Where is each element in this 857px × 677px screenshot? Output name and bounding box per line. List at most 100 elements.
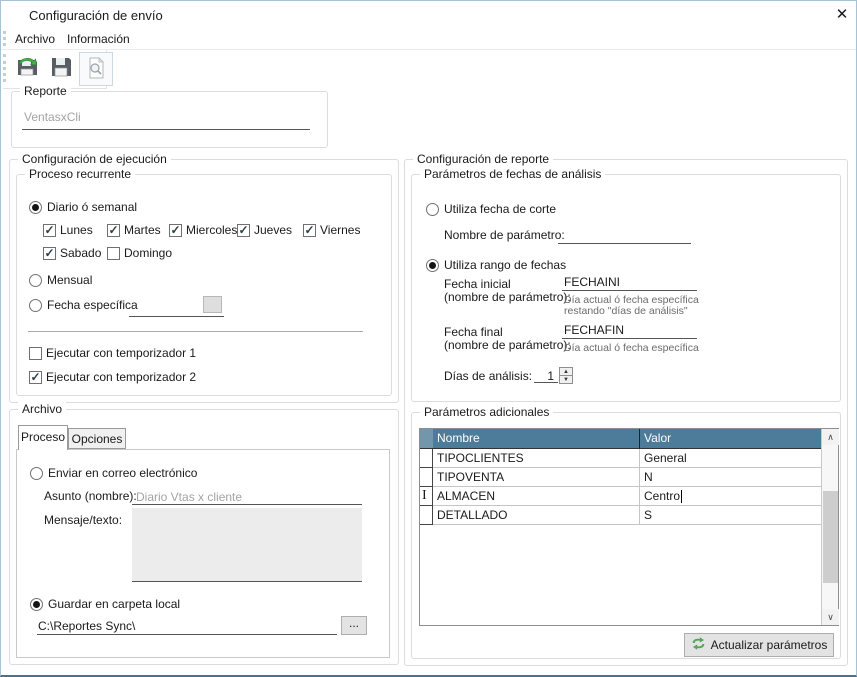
- cell-value[interactable]: General: [639, 449, 823, 468]
- table-scrollbar[interactable]: ∧ ∨: [821, 429, 839, 625]
- save-button[interactable]: [45, 52, 77, 84]
- separator-line: [28, 331, 363, 332]
- tab-opciones[interactable]: Opciones: [68, 428, 126, 449]
- daily-radio-label: Diario ó semanal: [47, 200, 138, 214]
- cutoff-date-radio[interactable]: [426, 203, 439, 216]
- row-selector[interactable]: [420, 449, 433, 468]
- end-date-label-1: Fecha final: [444, 325, 503, 339]
- cell-value-editing[interactable]: Centro: [639, 487, 823, 506]
- tab-proceso[interactable]: Proceso: [18, 425, 68, 450]
- check-icon: ✓: [44, 223, 55, 237]
- timer2-checkbox[interactable]: ✓: [29, 371, 42, 384]
- text-caret: [681, 490, 683, 503]
- end-param-underline: [562, 325, 697, 339]
- save-icon: [48, 54, 74, 83]
- spin-down-icon[interactable]: ▼: [559, 375, 573, 384]
- path-underline: [37, 621, 337, 635]
- check-icon: ✓: [108, 223, 119, 237]
- scroll-up-icon[interactable]: ∧: [822, 429, 839, 445]
- start-help-line2: restando "días de análisis": [564, 305, 688, 317]
- row-selector[interactable]: [420, 506, 433, 525]
- browse-button[interactable]: ...: [341, 616, 367, 635]
- save-local-label: Guardar en carpeta local: [48, 597, 181, 611]
- menu-archivo[interactable]: Archivo: [9, 29, 61, 49]
- start-date-label-1: Fecha inicial: [444, 277, 511, 291]
- timer1-label: Ejecutar con temporizador 1: [46, 346, 197, 360]
- window-title: Configuración de envío: [29, 8, 163, 23]
- day-lunes-label: Lunes: [60, 223, 93, 237]
- report-config-groupbox: Configuración de reporte Parámetros de f…: [404, 152, 848, 666]
- dialog-window: Configuración de envío ✕ Archivo Informa…: [0, 0, 857, 677]
- save-sync-button[interactable]: [11, 52, 43, 84]
- param-name-input[interactable]: [558, 230, 691, 244]
- ibeam-cursor-icon[interactable]: I: [420, 487, 433, 506]
- day-sabado-checkbox[interactable]: ✓: [43, 247, 56, 260]
- email-radio-label: Enviar en correo electrónico: [48, 466, 198, 480]
- toolbar-grip: [3, 54, 9, 82]
- cell-value[interactable]: N: [639, 468, 823, 487]
- cell-name[interactable]: ALMACEN: [433, 487, 639, 506]
- cutoff-date-label: Utiliza fecha de corte: [444, 202, 557, 216]
- monthly-radio-label: Mensual: [47, 273, 93, 287]
- day-jueves-checkbox[interactable]: ✓: [237, 224, 250, 237]
- refresh-icon: [691, 637, 706, 653]
- timer1-checkbox[interactable]: [29, 347, 42, 360]
- day-martes-checkbox[interactable]: ✓: [107, 224, 120, 237]
- file-legend: Archivo: [18, 402, 67, 416]
- specific-date-radio[interactable]: [29, 299, 42, 312]
- params-legend: Parámetros adicionales: [420, 405, 554, 419]
- dates-groupbox: Parámetros de fechas de análisis Utiliza…: [411, 167, 841, 402]
- cell-name[interactable]: TIPOCLIENTES: [433, 449, 639, 468]
- save-sync-icon: [14, 54, 40, 83]
- date-range-label: Utiliza rango de fechas: [444, 258, 567, 272]
- preview-button[interactable]: [79, 52, 113, 86]
- header-selector-cell: [420, 429, 433, 449]
- email-radio[interactable]: [30, 467, 43, 480]
- start-date-label-2: (nombre de parámetro):: [444, 290, 571, 304]
- close-icon[interactable]: ✕: [832, 5, 852, 25]
- check-icon: ✓: [30, 370, 41, 384]
- date-picker-button[interactable]: [203, 296, 222, 313]
- cell-name[interactable]: DETALLADO: [433, 506, 639, 525]
- monthly-radio[interactable]: [29, 274, 42, 287]
- daily-radio[interactable]: [29, 201, 42, 214]
- menubar-divider: [1, 49, 856, 50]
- end-help-line: Día actual ó fecha específica: [564, 342, 699, 354]
- day-miercoles-checkbox[interactable]: ✓: [169, 224, 182, 237]
- end-date-label-2: (nombre de parámetro):: [444, 338, 571, 352]
- start-param-underline: [562, 277, 697, 291]
- cell-value[interactable]: S: [639, 506, 823, 525]
- preview-icon: [84, 56, 108, 83]
- report-legend: Reporte: [20, 84, 71, 98]
- update-params-button[interactable]: Actualizar parámetros: [684, 633, 834, 657]
- report-name-underline: [22, 114, 310, 130]
- day-domingo-checkbox[interactable]: [107, 247, 120, 260]
- day-jueves-label: Jueves: [254, 223, 293, 237]
- date-range-radio[interactable]: [426, 259, 439, 272]
- save-local-radio[interactable]: [30, 598, 43, 611]
- check-icon: ✓: [304, 223, 315, 237]
- day-martes-label: Martes: [124, 223, 161, 237]
- message-label: Mensaje/texto:: [44, 513, 123, 527]
- cell-name[interactable]: TIPOVENTA: [433, 468, 639, 487]
- param-name-label: Nombre de parámetro:: [444, 228, 565, 242]
- scroll-down-icon[interactable]: ∨: [822, 609, 839, 625]
- file-groupbox: Archivo Proceso Opciones Enviar en corre…: [9, 402, 399, 665]
- day-sabado-label: Sabado: [60, 246, 102, 260]
- subject-underline: [132, 492, 362, 505]
- day-lunes-checkbox[interactable]: ✓: [43, 224, 56, 237]
- report-groupbox: Reporte VentasxCli: [11, 84, 328, 148]
- menu-informacion[interactable]: Información: [61, 29, 136, 49]
- subject-label: Asunto (nombre):: [44, 489, 137, 503]
- row-selector[interactable]: [420, 468, 433, 487]
- day-viernes-checkbox[interactable]: ✓: [303, 224, 316, 237]
- specific-date-label: Fecha específica: [47, 298, 138, 312]
- execution-legend: Configuración de ejecución: [18, 152, 171, 166]
- check-icon: ✓: [44, 246, 55, 260]
- column-header-nombre[interactable]: Nombre: [433, 429, 639, 449]
- report-config-legend: Configuración de reporte: [413, 152, 554, 166]
- scrollbar-thumb[interactable]: [823, 491, 838, 583]
- column-header-valor[interactable]: Valor: [639, 429, 823, 449]
- message-textarea[interactable]: [132, 508, 362, 582]
- analysis-days-underline: [534, 367, 558, 383]
